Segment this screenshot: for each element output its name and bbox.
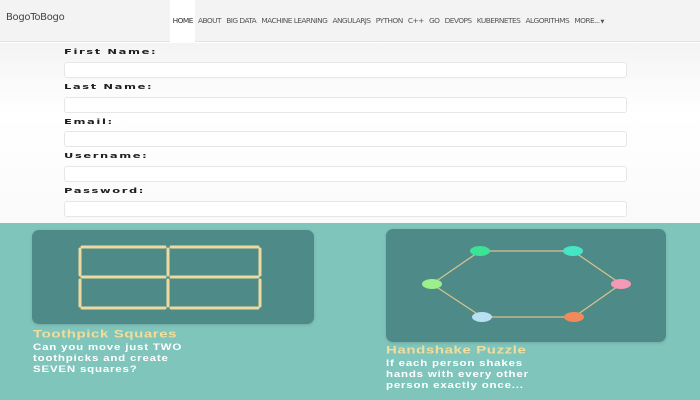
nav-item-go[interactable]: GO	[426, 0, 442, 42]
nav-item-about[interactable]: ABOUT	[195, 0, 223, 42]
nav-item-big-data[interactable]: BIG DATA	[224, 0, 259, 42]
person-node	[422, 279, 442, 289]
person-node	[611, 279, 631, 289]
nav-item-angularjs[interactable]: ANGULARJS	[330, 0, 373, 42]
nav-item-devops[interactable]: DEVOPS	[442, 0, 474, 42]
handshake-card	[386, 229, 666, 342]
nav-item-home[interactable]: HOME	[170, 0, 196, 42]
toothpick-title: Toothpick Squares	[33, 328, 178, 341]
last-name-input[interactable]	[64, 97, 627, 113]
registration-form: First Name: Last Name: Email: Username: …	[0, 43, 700, 223]
first-name-input[interactable]	[64, 62, 627, 78]
nav-item-kubernetes[interactable]: KUBERNETES	[474, 0, 523, 42]
handshake-text-line-2: hands with every other	[386, 369, 529, 380]
person-node	[470, 246, 490, 256]
handshake-graph-illustration	[422, 246, 631, 322]
handshake-text-line-3: person exactly once...	[386, 380, 524, 391]
nav-item-more[interactable]: MORE...▼	[572, 0, 607, 42]
username-input[interactable]	[64, 166, 627, 182]
caret-down-icon: ▼	[600, 19, 605, 25]
nav-menu: HOME ABOUT BIG DATA MACHINE LEARNING ANG…	[170, 0, 606, 42]
nav-item-machine-learning[interactable]: MACHINE LEARNING	[259, 0, 330, 42]
username-label: Username:	[64, 151, 149, 160]
nav-item-algorithms[interactable]: ALGORITHMS	[523, 0, 572, 42]
toothpick-text-line-2: toothpicks and create	[33, 353, 169, 364]
person-node	[564, 312, 584, 322]
top-navbar: BogoToBogo HOME ABOUT BIG DATA MACHINE L…	[0, 0, 700, 42]
nav-item-python[interactable]: PYTHON	[373, 0, 405, 42]
person-node	[472, 312, 492, 322]
toothpick-text-line-3: SEVEN squares?	[33, 364, 138, 375]
handshake-title: Handshake Puzzle	[386, 344, 527, 357]
last-name-label: Last Name:	[64, 82, 154, 91]
password-label: Password:	[64, 186, 145, 195]
handshake-text-line-1: If each person shakes	[386, 358, 523, 369]
nav-more-label: MORE...	[574, 16, 600, 25]
toothpick-card	[32, 230, 314, 324]
toothpick-text-line-1: Can you move just TWO	[33, 342, 183, 353]
toothpick-squares-illustration	[78, 245, 262, 310]
nav-item-cpp[interactable]: C++	[405, 0, 426, 42]
first-name-label: First Name:	[64, 47, 158, 56]
brand-logo[interactable]: BogoToBogo	[6, 12, 65, 23]
person-node	[563, 246, 583, 256]
puzzle-banner[interactable]: Toothpick Squares Can you move just TWO …	[0, 223, 700, 400]
email-input[interactable]	[64, 131, 627, 147]
password-input[interactable]	[64, 201, 627, 217]
email-label: Email:	[64, 117, 114, 126]
